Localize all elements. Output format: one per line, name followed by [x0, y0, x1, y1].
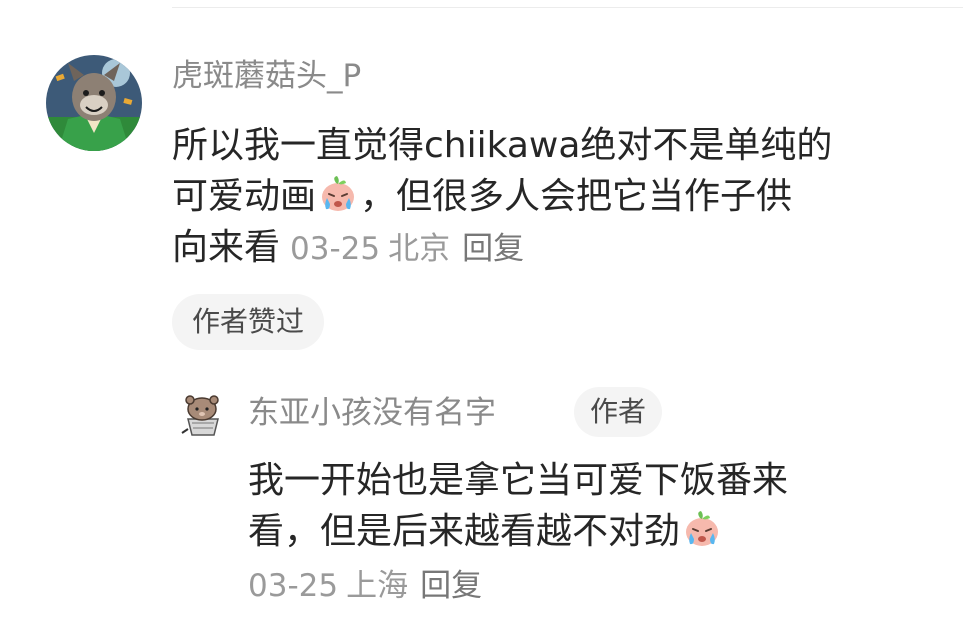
crying-peach-emoji-icon: [682, 509, 722, 549]
comment-line-2-text: 可爱动画: [172, 176, 317, 217]
main-comment-meta: 03-25 北京 回复: [290, 231, 524, 267]
reply-meta: 03-25 上海 回复: [248, 564, 482, 608]
main-comment-text: 所以我一直觉得chiikawa绝对不是单纯的 可爱动画 ，但很多人会把它当作子供…: [172, 120, 932, 275]
main-comment-username[interactable]: 虎斑蘑菇头_P: [172, 56, 361, 96]
crying-peach-emoji-icon: [318, 174, 358, 214]
reply-time: 03-25: [248, 568, 339, 604]
main-comment-reply-button[interactable]: 回复: [462, 231, 524, 267]
comment-line-3: 向来看 03-25 北京 回复: [172, 222, 932, 275]
comment-line-2-rest: ，但很多人会把它当作子供: [360, 176, 793, 217]
reply-line-1: 我一开始也是拿它当可爱下饭番来: [248, 460, 789, 501]
reply-location: 上海: [346, 568, 409, 604]
reply-avatar[interactable]: [178, 389, 226, 437]
reply-line-2: 看，但是后来越看越不对劲: [248, 506, 938, 557]
main-comment-location: 北京: [388, 231, 451, 267]
comment-line-3-text: 向来看: [172, 227, 281, 268]
reply-line-2-text: 看，但是后来越看越不对劲: [248, 511, 681, 552]
main-comment-avatar[interactable]: [46, 55, 142, 151]
main-comment-time: 03-25: [290, 231, 381, 267]
comment-line-1: 所以我一直觉得chiikawa绝对不是单纯的: [172, 125, 833, 166]
comment-line-2: 可爱动画 ，但很多人会把它当作子供: [172, 171, 932, 222]
reply-username[interactable]: 东亚小孩没有名字: [248, 393, 496, 433]
author-badge: 作者: [574, 387, 663, 437]
reply-text: 我一开始也是拿它当可爱下饭番来 看，但是后来越看越不对劲: [248, 455, 938, 557]
reply-reply-button[interactable]: 回复: [420, 568, 482, 604]
author-liked-badge: 作者赞过: [172, 294, 325, 350]
top-divider: [172, 7, 963, 8]
